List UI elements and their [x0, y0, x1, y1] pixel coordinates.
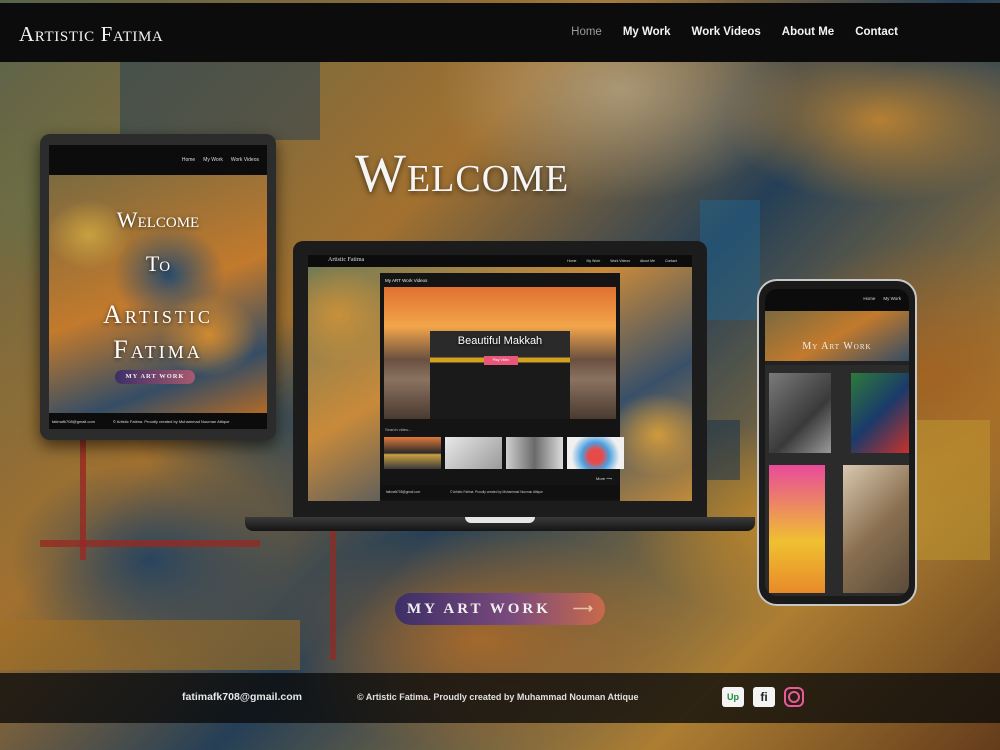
phone-banner [765, 311, 909, 361]
tablet-header: Home My Work Work Videos [49, 145, 267, 175]
tablet-mockup: Home My Work Work Videos Welcome To Arti… [40, 134, 276, 440]
laptop-footer: fatimafk708@gmail.com © Artistic Fatima.… [380, 485, 620, 499]
laptop-mockup: Artistic Fatima Home My Work Work Videos… [293, 241, 707, 517]
social-links: Up fi [722, 687, 804, 707]
video-thumb [506, 437, 563, 469]
tablet-welcome-text: Welcome [116, 207, 200, 232]
site-header: Artistic Fatima Home My Work Work Videos… [0, 3, 1000, 62]
footer-copyright: © Artistic Fatima. Proudly created by Mu… [357, 692, 639, 702]
art-tile-sunset-trees [769, 465, 825, 593]
tablet-nav-my-work: My Work [203, 157, 223, 163]
nav-home[interactable]: Home [571, 26, 602, 38]
tablet-artistic-text: Artistic [103, 300, 213, 329]
laptop-site-title: Artistic Fatima [328, 257, 365, 263]
play-video-button: Play Video [484, 356, 518, 365]
video-player: Beautiful Makkah Play Video [384, 287, 616, 419]
nav-my-work[interactable]: My Work [623, 26, 671, 38]
video-search: Search video... [385, 427, 412, 432]
my-art-work-button[interactable]: MY ART WORK ⟶ [395, 593, 605, 625]
instagram-icon[interactable] [784, 687, 804, 707]
fiverr-icon[interactable]: fi [753, 687, 775, 707]
tablet-footer-email: fatimafk708@gmail.com [52, 418, 95, 424]
video-thumbnails [384, 437, 624, 469]
site-logo[interactable]: Artistic Fatima [19, 22, 163, 47]
video-thumb [384, 437, 441, 469]
video-title: Beautiful Makkah [457, 335, 543, 347]
art-tile-calligraphy [769, 373, 831, 453]
laptop-nav-contact: Contact [664, 259, 677, 263]
video-modal: My ART Work Videos Beautiful Makkah Play… [380, 273, 624, 501]
phone-my-art-work-title: My Art Work [802, 341, 872, 352]
tablet-fatima-text: Fatima [113, 335, 203, 364]
tablet-screen: Home My Work Work Videos Welcome To Arti… [49, 145, 267, 429]
laptop-footer-copyright: © Artistic Fatima. Proudly created by Mu… [450, 490, 543, 494]
laptop-nav-about-me: About Me [639, 259, 655, 263]
tablet-footer-copyright: © Artistic Fatima. Proudly created by Mu… [112, 418, 230, 424]
phone-header: Home My Work [765, 289, 909, 311]
video-more-link: More ⟶ [596, 476, 612, 481]
laptop-nav-work-videos: Work Videos [610, 259, 630, 263]
tablet-nav-work-videos: Work Videos [230, 157, 259, 163]
tablet-cta-button: MY ART WORK [115, 370, 195, 384]
arrow-right-icon: ⟶ [572, 602, 593, 617]
upwork-icon[interactable]: Up [722, 687, 744, 707]
laptop-nav-my-work: My Work [586, 259, 601, 263]
nav-about-me[interactable]: About Me [782, 26, 834, 38]
laptop-notch [465, 517, 535, 523]
nav-contact[interactable]: Contact [855, 26, 898, 38]
tablet-nav-home: Home [181, 157, 196, 163]
laptop-header: Artistic Fatima Home My Work Work Videos… [308, 255, 692, 267]
laptop-screen: Artistic Fatima Home My Work Work Videos… [308, 255, 692, 501]
laptop-nav-home: Home [567, 259, 577, 263]
phone-art-grid [765, 365, 909, 596]
my-art-work-label: MY ART WORK [407, 600, 551, 617]
video-thumb [445, 437, 502, 469]
site-footer: fatimafk708@gmail.com © Artistic Fatima.… [0, 673, 1000, 723]
footer-email-link[interactable]: fatimafk708@gmail.com [182, 691, 302, 703]
hero-welcome-heading: Welcome [355, 143, 570, 203]
phone-nav-home: Home [863, 296, 876, 301]
video-thumb [567, 437, 624, 469]
laptop-footer-email: fatimafk708@gmail.com [386, 490, 421, 494]
art-tile-green [851, 373, 909, 453]
tablet-footer: fatimafk708@gmail.com © Artistic Fatima.… [49, 413, 267, 429]
main-nav: Home My Work Work Videos About Me Contac… [571, 26, 898, 38]
phone-mockup: Home My Work My Art Work [757, 279, 917, 606]
video-modal-title: My ART Work Videos [385, 278, 428, 283]
nav-work-videos[interactable]: Work Videos [692, 26, 761, 38]
tablet-to-text: To [145, 251, 171, 276]
phone-screen: Home My Work My Art Work [765, 289, 909, 596]
phone-nav-my-work: My Work [883, 296, 901, 301]
art-tile-interior-sketch [843, 465, 909, 593]
